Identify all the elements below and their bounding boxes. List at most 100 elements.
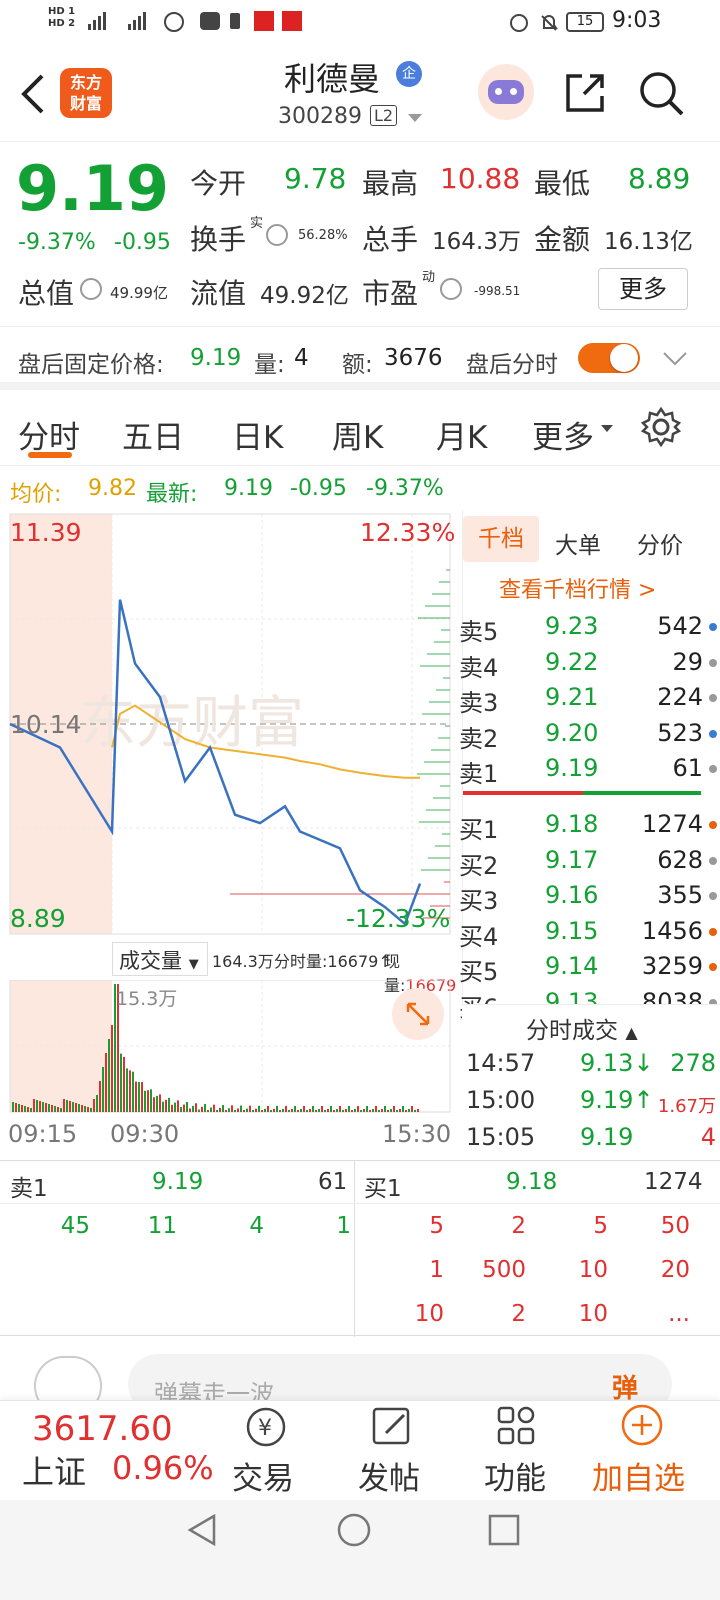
ratio-bar-green xyxy=(583,791,701,795)
bid-level[interactable]: 买3 9.16 355 xyxy=(459,879,720,915)
volume-bar xyxy=(255,1108,257,1112)
signal-icons: HD 1 HD 2 xyxy=(48,6,76,29)
tab-daily-k[interactable]: 日K xyxy=(232,412,283,457)
recents-nav-icon[interactable] xyxy=(486,1512,522,1548)
volume-bar xyxy=(249,1105,251,1112)
after-hours-bar: 盘后固定价格: 9.19 量: 4 额: 3676 盘后分时 xyxy=(0,326,720,390)
tab-monthly-k[interactable]: 月K xyxy=(436,412,487,457)
volume-bar xyxy=(219,1107,221,1112)
info-icon[interactable] xyxy=(440,278,462,300)
trade-volume: 278 xyxy=(670,1049,716,1077)
volume-bar xyxy=(30,1108,32,1112)
volume-bar xyxy=(60,1108,62,1112)
quote-panel: 9.19 -9.37% -0.95 今开 9.78 最高 10.88 最低 8.… xyxy=(0,142,720,326)
index-value[interactable]: 3617.60 xyxy=(32,1409,173,1449)
volume-select[interactable]: 成交量 ▼ xyxy=(112,942,208,976)
after-hours-toggle[interactable] xyxy=(578,343,640,373)
volume-bar xyxy=(99,1081,101,1112)
trade-icon[interactable]: ¥ xyxy=(244,1405,290,1449)
fullscreen-icon[interactable] xyxy=(392,988,444,1040)
volume-bar xyxy=(12,1102,14,1112)
volume-label: 总手 xyxy=(362,223,419,256)
settings-gear-icon[interactable] xyxy=(640,406,682,448)
ask-level[interactable]: 卖4 9.22 29 xyxy=(459,646,720,682)
volume-bar xyxy=(396,1110,398,1112)
bid-level[interactable]: 买4 9.15 1456 xyxy=(459,915,720,951)
back-nav-icon[interactable] xyxy=(184,1512,220,1548)
ask-level[interactable]: 卖5 9.23 542 xyxy=(459,610,720,646)
ask-level[interactable]: 卖2 9.20 523 xyxy=(459,717,720,753)
volume-bar xyxy=(300,1108,302,1112)
volume-bar xyxy=(198,1109,200,1112)
trade-volume: 1.67万 xyxy=(657,1096,716,1117)
tab-qiandang[interactable]: 千档 xyxy=(463,516,539,562)
index-pct[interactable]: 0.96% xyxy=(112,1449,214,1487)
home-nav-icon[interactable] xyxy=(336,1512,372,1548)
volume-bar xyxy=(306,1110,308,1112)
turnover-sup: 实 xyxy=(250,216,264,231)
volume-bar xyxy=(105,1053,107,1112)
turnover-label: 换手 xyxy=(190,223,247,256)
volume-bar xyxy=(318,1108,320,1112)
tab-five-day[interactable]: 五日 xyxy=(122,412,184,457)
functions-icon[interactable] xyxy=(496,1405,538,1447)
add-watchlist-icon[interactable] xyxy=(620,1403,664,1447)
nav-post[interactable]: 发帖 xyxy=(358,1453,420,1498)
tab-more[interactable]: 更多 xyxy=(532,412,594,457)
index-name[interactable]: 上证 xyxy=(22,1447,86,1493)
order-book: 千档 大单 分价 查看千档行情 > 卖5 9.23 542 卖4 9.22 29 卖3 9.2… xyxy=(459,510,720,1160)
bid-level[interactable]: 买5 9.14 3259 xyxy=(459,950,720,986)
volume-bar xyxy=(75,1103,77,1112)
tab-big-orders[interactable]: 大单 xyxy=(555,526,601,560)
volume-bar xyxy=(294,1105,296,1112)
volume-bar xyxy=(399,1108,401,1112)
bid-level[interactable]: 买2 9.17 628 xyxy=(459,844,720,880)
back-icon[interactable] xyxy=(18,72,48,116)
open-label: 今开 xyxy=(190,167,247,200)
y-mid-price: 10.14 xyxy=(10,710,82,739)
info-icon[interactable] xyxy=(266,224,288,246)
nav-add-watchlist[interactable]: 加自选 xyxy=(592,1453,685,1498)
share-icon[interactable] xyxy=(562,70,608,116)
trade-time: 14:57 xyxy=(466,1049,536,1077)
open-value: 9.78 xyxy=(284,162,347,195)
y-top-price: 11.39 xyxy=(10,518,82,547)
search-icon[interactable] xyxy=(638,70,686,118)
battery-icon: 15 xyxy=(566,12,604,32)
volume-bar xyxy=(48,1104,50,1112)
volume-bar xyxy=(123,1056,125,1112)
volume-bar xyxy=(276,1105,278,1112)
order-queue: 卖1 9.19 61 买1 9.18 1274 45 11 4 1 5 2 5 50 1 500 1… xyxy=(0,1160,720,1337)
volume-bar xyxy=(108,1039,110,1112)
volume-bar xyxy=(90,1108,92,1112)
tab-weekly-k[interactable]: 周K xyxy=(332,412,383,457)
volume-chart xyxy=(9,980,451,1113)
info-icon[interactable] xyxy=(80,278,102,300)
volume-bar xyxy=(15,1103,17,1112)
dropdown-icon[interactable] xyxy=(406,112,424,124)
intraday-chart[interactable]: 东方财富 11.39 12.33% 10.14 8.89 -12.33% 成交量… xyxy=(0,510,460,1160)
tab-intraday[interactable]: 分时 xyxy=(18,412,80,457)
level-volume: 3259 xyxy=(641,952,703,980)
tab-price-dist[interactable]: 分价 xyxy=(637,526,683,560)
queue-sell-label: 卖1 xyxy=(10,1176,48,1202)
volume-bar xyxy=(291,1108,293,1112)
post-icon[interactable] xyxy=(370,1405,414,1449)
bid-level[interactable]: 买1 9.18 1274 xyxy=(459,808,720,844)
ask-level[interactable]: 卖3 9.21 224 xyxy=(459,681,720,717)
more-button[interactable]: 更多 xyxy=(598,268,688,310)
nav-trade[interactable]: 交易 xyxy=(232,1453,294,1498)
robot-assistant-icon[interactable] xyxy=(478,64,534,120)
level-volume: 355 xyxy=(657,881,703,909)
expand-icon[interactable] xyxy=(662,351,688,367)
ratio-bar-red xyxy=(463,791,583,795)
trades-title[interactable]: 分时成交 ▲ xyxy=(526,1011,638,1045)
level-label: 买1 xyxy=(459,816,499,844)
alarm-mute-icons xyxy=(510,14,558,32)
volume-bar xyxy=(225,1110,227,1112)
volume-bar xyxy=(405,1110,407,1112)
ask-level[interactable]: 卖1 9.19 61 xyxy=(459,752,720,788)
level-badge[interactable]: L2 xyxy=(370,105,398,126)
view-depth-link[interactable]: 查看千档行情 > xyxy=(499,572,656,604)
nav-functions[interactable]: 功能 xyxy=(484,1453,546,1498)
